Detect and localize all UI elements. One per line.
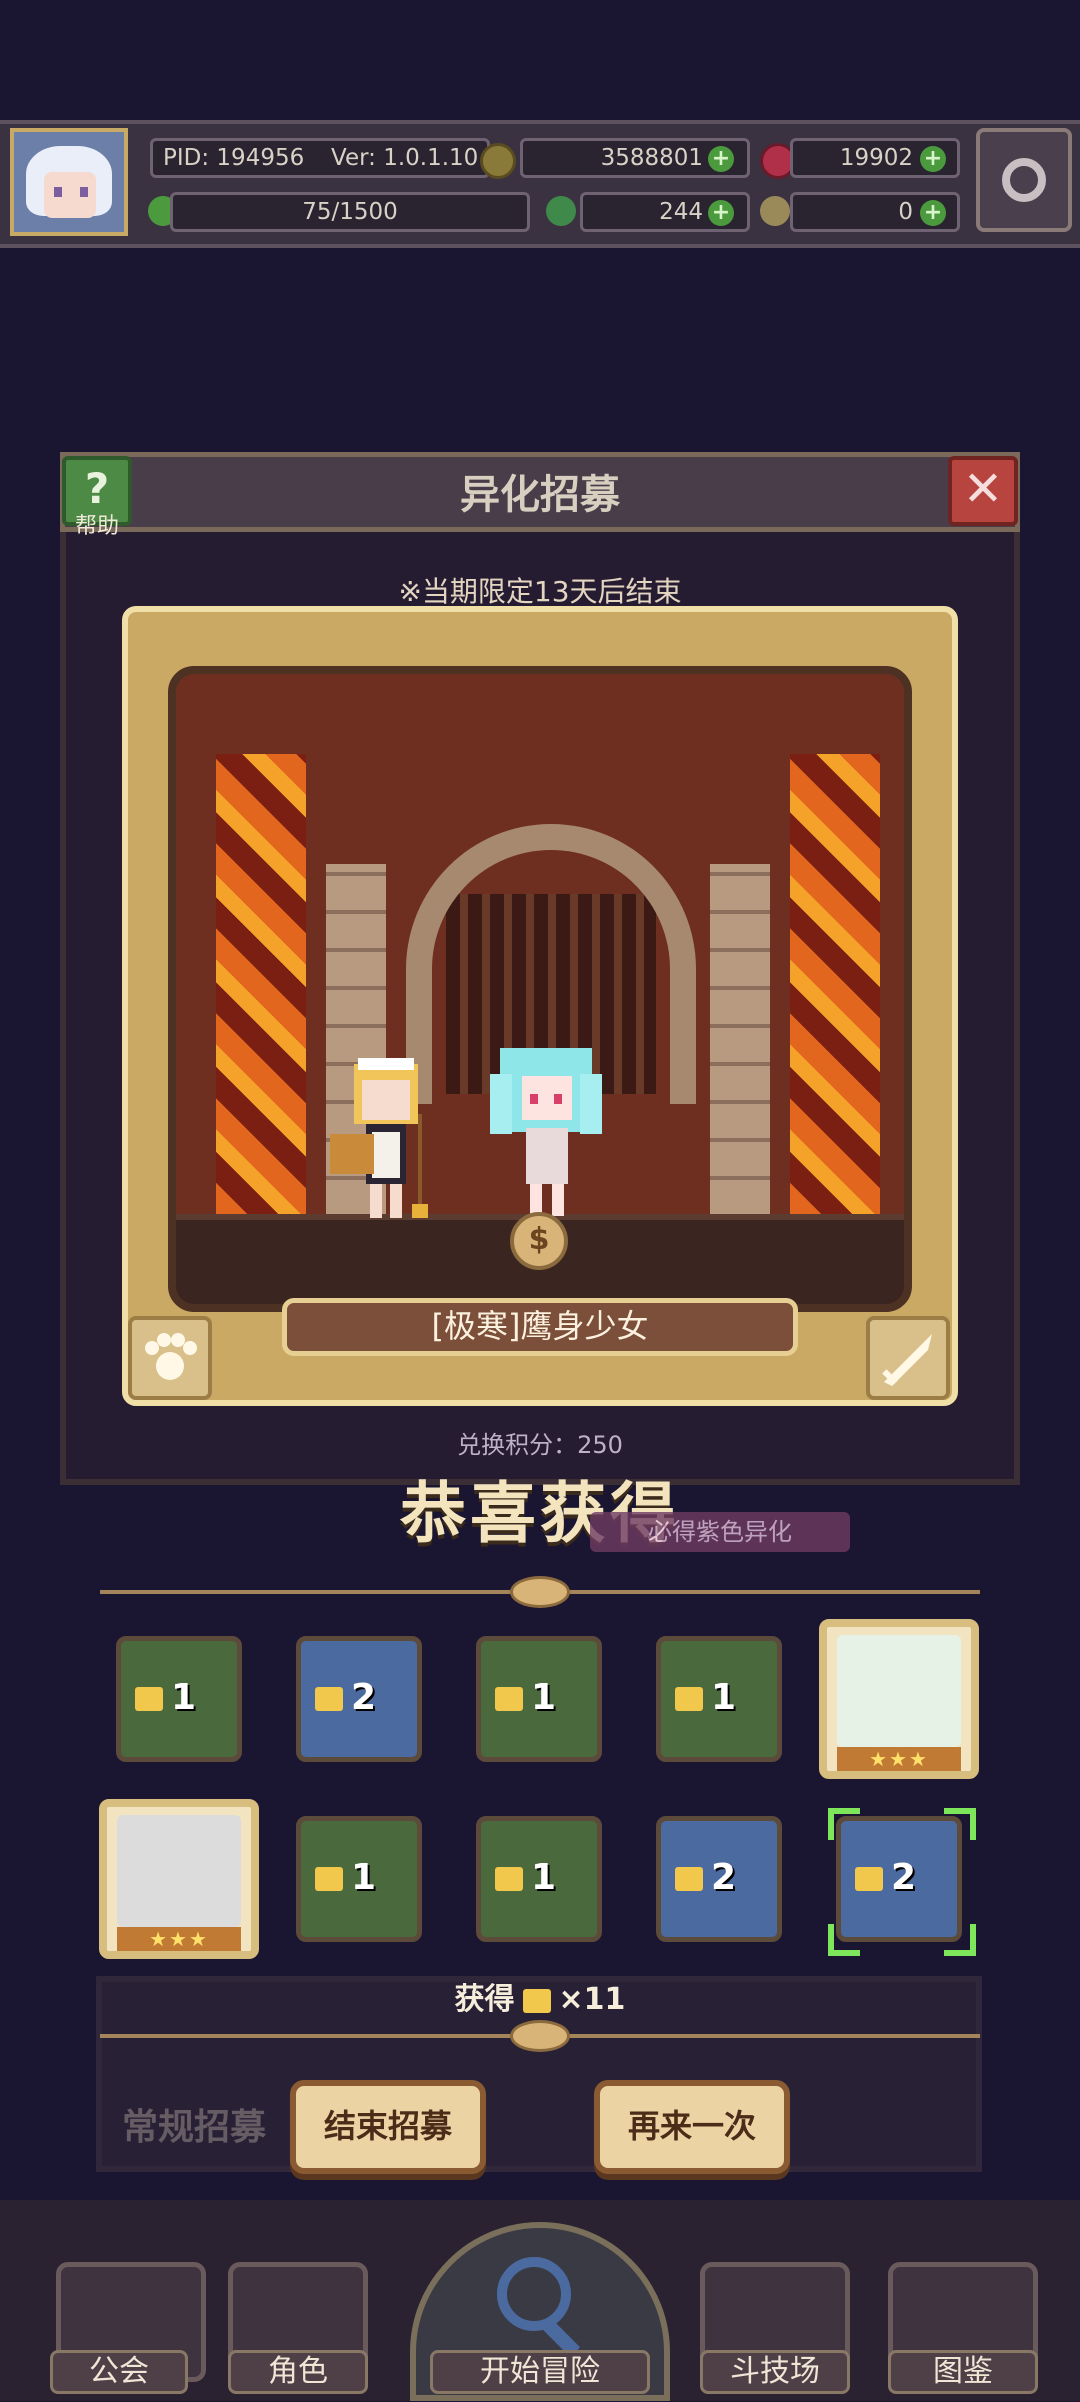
- limited-notice: ※当期限定13天后结束: [398, 575, 682, 608]
- folder-icon: [495, 1687, 523, 1711]
- gold-plus-icon[interactable]: +: [708, 146, 734, 172]
- nav-codex-label[interactable]: 图鉴: [888, 2350, 1038, 2394]
- gold-value: 3588801: [600, 145, 703, 171]
- obtained-prefix: 获得: [454, 1982, 515, 2017]
- slot-count: 1: [531, 1677, 557, 1718]
- dialog-title: 异化招募: [460, 472, 620, 518]
- obtained-count: ×11: [558, 1982, 626, 2017]
- harpy-girl-character: [490, 1048, 602, 1216]
- slot-count: 2: [891, 1857, 917, 1898]
- gem-plus-icon[interactable]: +: [920, 146, 946, 172]
- maid-character: [330, 1058, 428, 1218]
- reward-slot[interactable]: 1: [296, 1816, 422, 1942]
- help-label: 帮助: [74, 514, 119, 539]
- clover-icon: [546, 196, 576, 226]
- slot-count: 1: [171, 1677, 197, 1718]
- slot-count: 1: [711, 1677, 737, 1718]
- folder-icon: [315, 1867, 343, 1891]
- folder-icon: [495, 1867, 523, 1891]
- reward-slot[interactable]: 2: [656, 1816, 782, 1942]
- clover-plus-icon[interactable]: +: [708, 200, 734, 226]
- divider-top: [100, 1576, 980, 1608]
- nav-guild-label[interactable]: 公会: [50, 2350, 188, 2394]
- folder-icon: [855, 1867, 883, 1891]
- reward-slot[interactable]: 2: [296, 1636, 422, 1762]
- slot-count: 1: [531, 1857, 557, 1898]
- selection-corner: [944, 1924, 976, 1956]
- close-button[interactable]: ✕: [948, 456, 1018, 526]
- reward-slot[interactable]: 1: [116, 1636, 242, 1762]
- pid-version-box: PID: 194956 Ver: 1.0.1.10: [150, 138, 490, 178]
- stamina-bar: 75/1500: [170, 192, 530, 232]
- character-name-plate: [极寒]鹰身少女: [282, 1298, 798, 1356]
- right-pillar: [710, 864, 770, 1214]
- reward-slot[interactable]: ★★★: [819, 1619, 979, 1779]
- obtained-summary: 获得 ×11: [420, 1974, 660, 2018]
- key-plus-icon[interactable]: +: [920, 200, 946, 226]
- character-portrait: [117, 1815, 241, 1927]
- selection-corner: [944, 1808, 976, 1840]
- right-lava-wall: [790, 754, 880, 1214]
- character-portrait: [837, 1635, 961, 1747]
- rarity-stars: ★★★: [117, 1927, 241, 1951]
- reward-slot[interactable]: 1: [656, 1636, 782, 1762]
- rarity-stars: ★★★: [837, 1747, 961, 1771]
- nav-character-label[interactable]: 角色: [228, 2350, 368, 2394]
- player-avatar[interactable]: [10, 128, 128, 236]
- currency-coin-icon: $: [510, 1212, 568, 1270]
- sword-icon: [866, 1316, 950, 1400]
- exchange-points: 兑换积分：250: [457, 1431, 623, 1459]
- folder-icon: [315, 1687, 343, 1711]
- clover-value: 244: [659, 199, 703, 225]
- folder-icon: [675, 1867, 703, 1891]
- gold-coin-icon: [480, 143, 516, 179]
- slot-count: 2: [351, 1677, 377, 1718]
- nav-arena-label[interactable]: 斗技场: [700, 2350, 850, 2394]
- reward-slot[interactable]: ★★★: [99, 1799, 259, 1959]
- left-lava-wall: [216, 754, 306, 1214]
- guarantee-badge: 必得紫色异化: [590, 1512, 850, 1552]
- reward-slot[interactable]: 1: [476, 1636, 602, 1762]
- folder-icon: [522, 1988, 551, 2013]
- settings-gear-icon[interactable]: [976, 128, 1072, 232]
- slot-count: 1: [351, 1857, 377, 1898]
- recruit-again-button[interactable]: 再来一次: [594, 2080, 790, 2174]
- folder-icon: [135, 1687, 163, 1711]
- folder-icon: [675, 1687, 703, 1711]
- stamina-value: 75/1500: [302, 199, 398, 225]
- slot-count: 2: [711, 1857, 737, 1898]
- pid-text: PID: 194956: [163, 145, 305, 171]
- key-value: 0: [898, 199, 913, 225]
- nav-adventure-label[interactable]: 开始冒险: [430, 2350, 650, 2394]
- selection-corner: [828, 1808, 860, 1840]
- selection-corner: [828, 1924, 860, 1956]
- divider-bottom: [100, 2020, 980, 2052]
- end-recruit-button[interactable]: 结束招募: [290, 2080, 486, 2174]
- gem-value: 19902: [839, 145, 913, 171]
- version-text: Ver: 1.0.1.10: [331, 145, 479, 171]
- reward-slot[interactable]: 1: [476, 1816, 602, 1942]
- key-icon: [760, 196, 790, 226]
- paw-icon: [128, 1316, 212, 1400]
